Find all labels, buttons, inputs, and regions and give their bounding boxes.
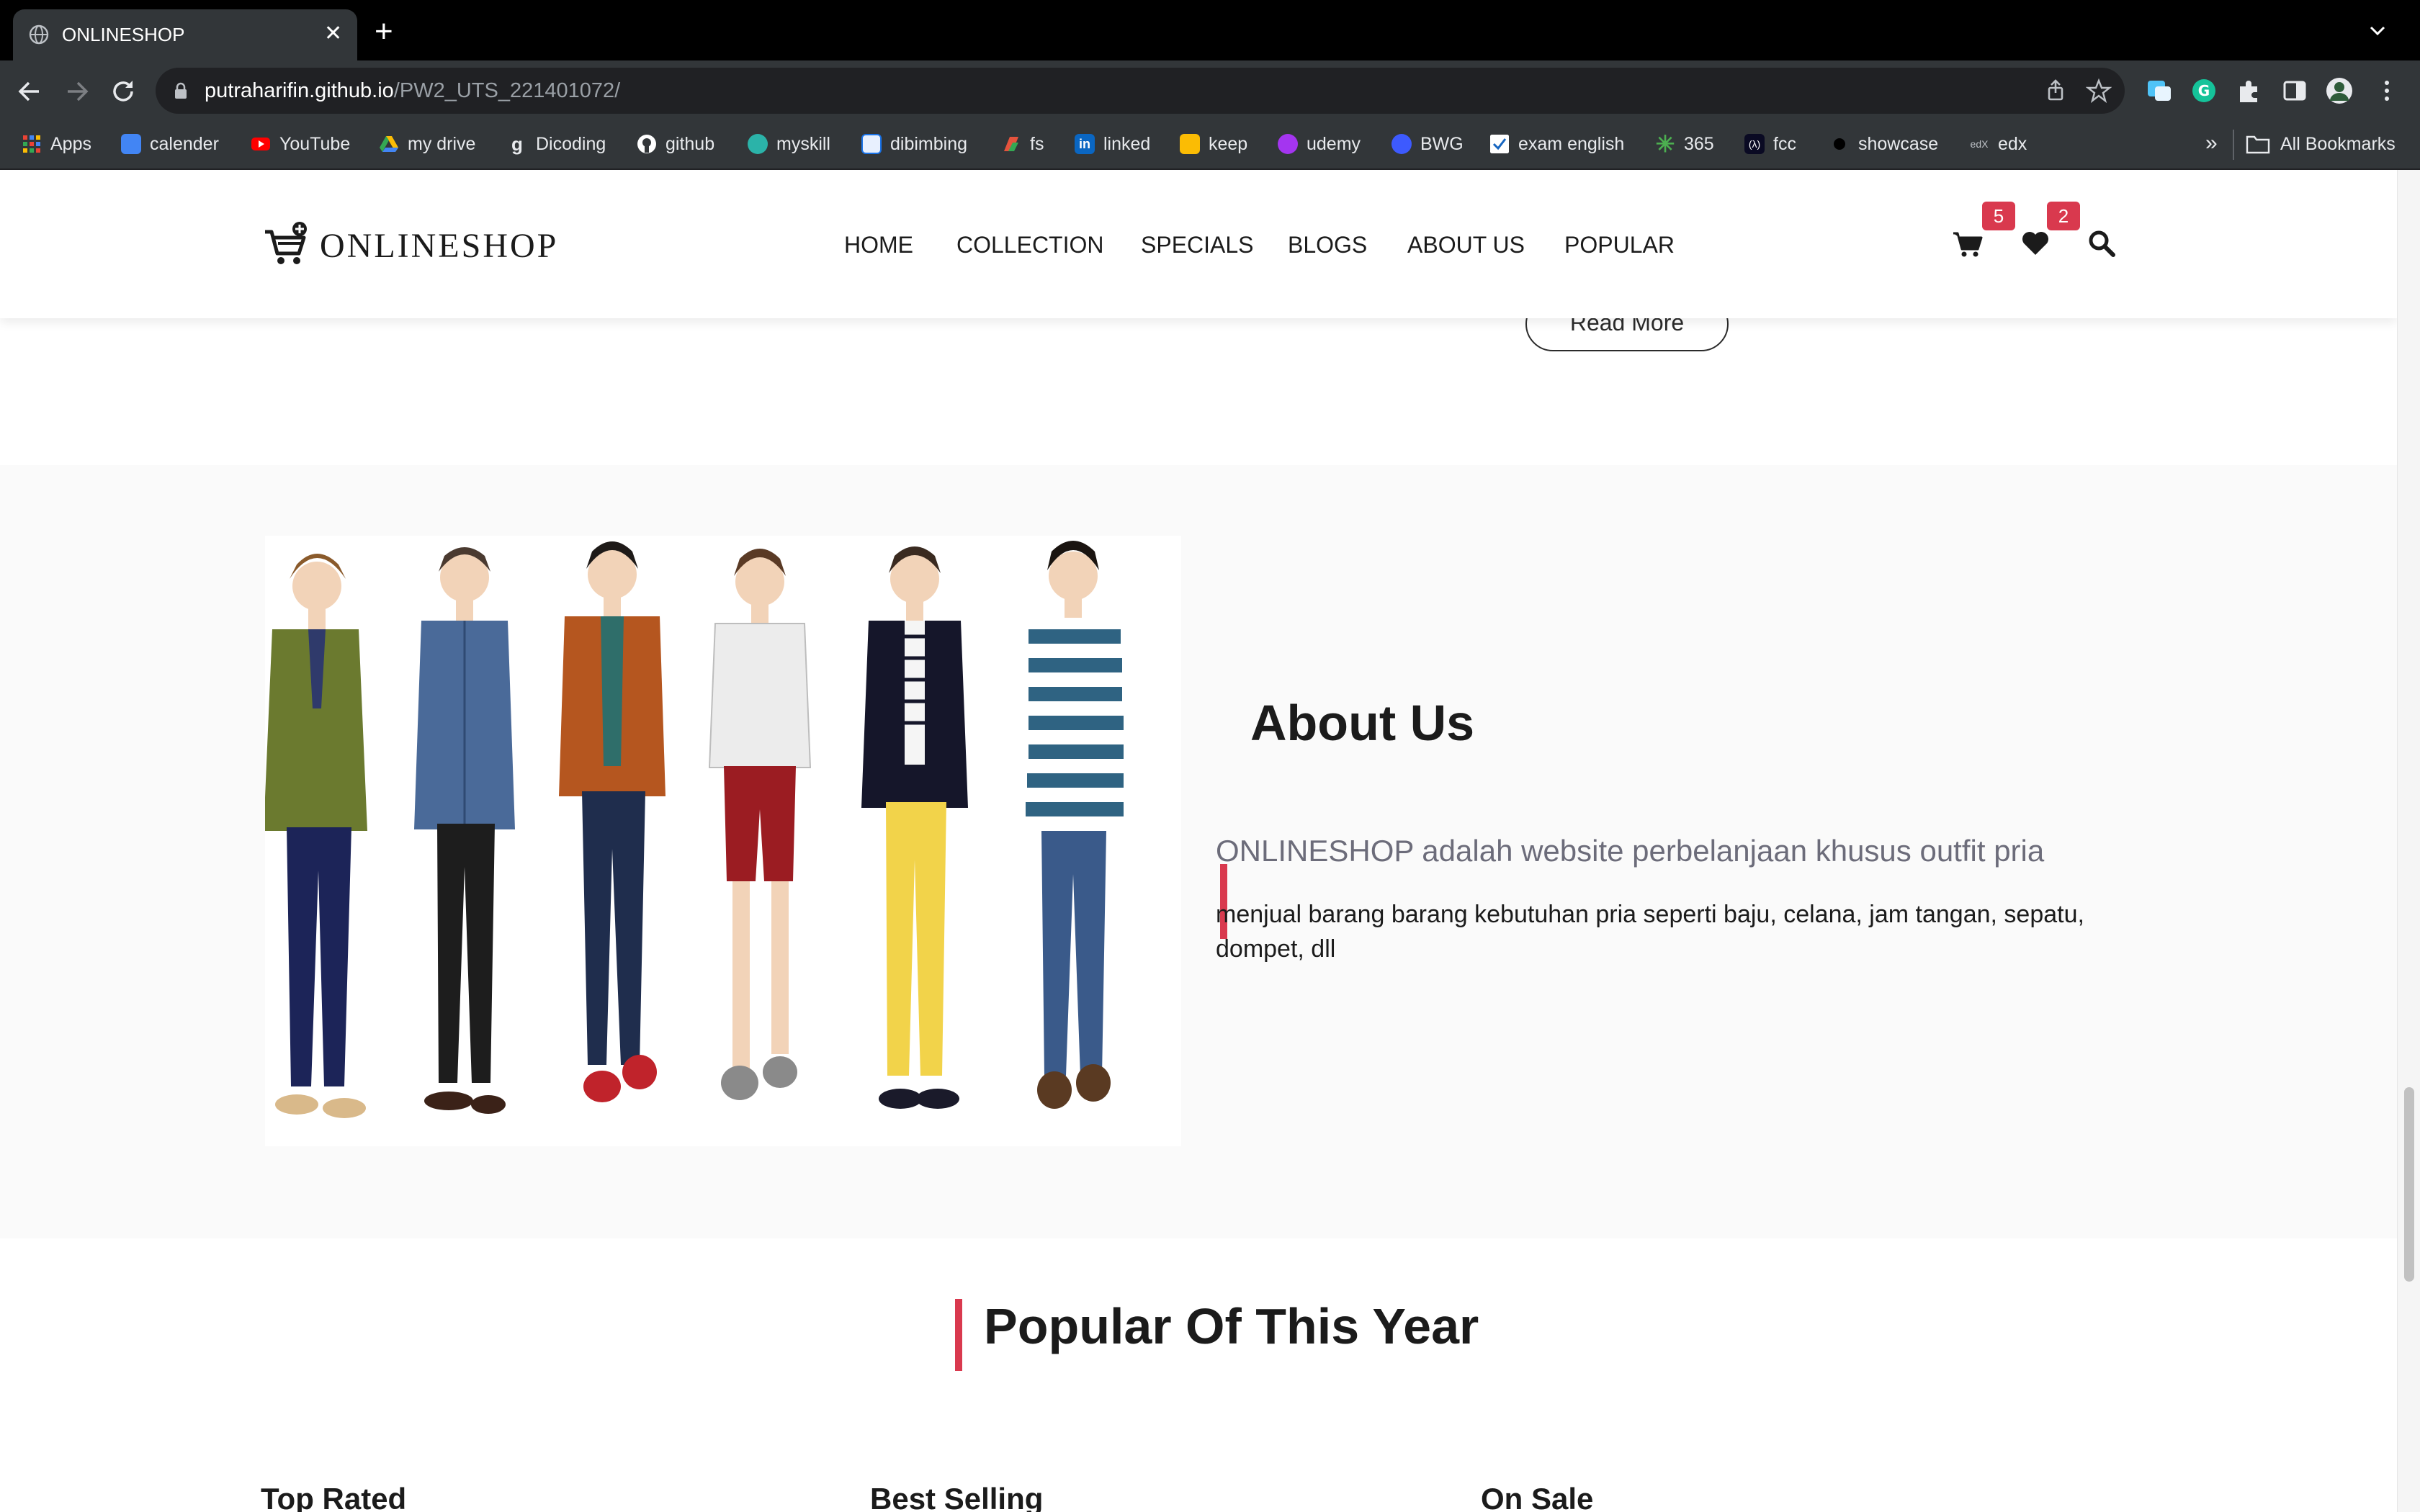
best-selling-heading: Best Selling — [870, 1482, 1044, 1512]
bookmark-my-drive[interactable]: my drive — [379, 130, 475, 158]
bookmark-bwg[interactable]: BWG — [1392, 130, 1464, 158]
bookmark-apps[interactable]: Apps — [22, 130, 91, 158]
bookmark-365[interactable]: ✳ 365 — [1655, 130, 1714, 158]
bookmarks-bar: Apps calender YouTube my drive g Dicodin… — [0, 121, 2420, 170]
nav-specials[interactable]: SPECIALS — [1141, 230, 1254, 259]
back-arrow-icon[interactable] — [14, 76, 45, 107]
google-drive-icon — [380, 136, 398, 152]
bookmark-showcase[interactable]: showcase — [1829, 130, 1938, 158]
nav-about-us[interactable]: ABOUT US — [1407, 230, 1525, 259]
tab-title: ONLINESHOP — [62, 24, 185, 45]
checkmark-icon — [1490, 135, 1509, 153]
share-icon[interactable] — [2043, 78, 2069, 104]
youtube-icon — [251, 138, 270, 150]
calendar-icon — [121, 134, 141, 154]
wishlist-count-badge: 2 — [2047, 202, 2080, 230]
bookmark-keep[interactable]: keep — [1180, 130, 1247, 158]
bookmark-calender[interactable]: calender — [121, 130, 219, 158]
bookmark-dicoding[interactable]: g Dicoding — [507, 130, 606, 158]
svg-text:G: G — [2198, 82, 2210, 99]
site-logo[interactable]: ONLINESHOP — [320, 226, 558, 266]
scrollbar-track[interactable] — [2397, 170, 2420, 1512]
myskill-icon — [748, 134, 768, 154]
chevron-down-icon[interactable] — [2365, 19, 2390, 43]
heart-icon[interactable] — [2020, 228, 2051, 259]
men-fashion-illustration — [265, 536, 1181, 1146]
nav-collection[interactable]: COLLECTION — [956, 230, 1103, 259]
bookmark-fs[interactable]: fs — [1001, 130, 1044, 158]
bookmarks-divider — [2233, 130, 2234, 160]
scrollbar-thumb[interactable] — [2404, 1087, 2414, 1282]
kebab-menu-icon[interactable] — [2372, 76, 2401, 105]
nav-popular[interactable]: POPULAR — [1564, 230, 1675, 259]
bookmark-exam-english[interactable]: exam english — [1489, 130, 1624, 158]
cart-icon[interactable] — [1952, 228, 1984, 259]
nav-blogs[interactable]: BLOGS — [1288, 230, 1367, 259]
reload-icon[interactable] — [108, 76, 138, 107]
popular-title: Popular Of This Year — [984, 1298, 1479, 1354]
more-bookmarks-button[interactable]: » — [2205, 131, 2218, 156]
folder-icon — [2246, 135, 2270, 154]
new-tab-button[interactable]: + — [375, 16, 393, 48]
bookmark-linked[interactable]: in linked — [1075, 130, 1150, 158]
bookmark-fcc[interactable]: (λ) fcc — [1744, 130, 1796, 158]
apps-grid-icon — [23, 135, 40, 153]
bookmark-dibimbing[interactable]: dibimbing — [861, 130, 967, 158]
fs-icon — [1004, 137, 1018, 151]
google-keep-icon — [1180, 134, 1200, 154]
on-sale-heading: On Sale — [1481, 1482, 1594, 1512]
browser-tab-bar: ONLINESHOP ✕ + — [0, 0, 2420, 60]
extensions-puzzle-icon[interactable] — [2234, 76, 2263, 105]
shopping-cart-plus-icon[interactable] — [264, 222, 310, 268]
globe-icon — [29, 24, 49, 45]
top-rated-heading: Top Rated — [261, 1482, 407, 1512]
bookmark-github[interactable]: github — [637, 130, 714, 158]
all-bookmarks-button[interactable]: All Bookmarks — [2246, 130, 2396, 158]
profile-avatar-icon[interactable] — [2325, 76, 2354, 105]
bookmark-youtube[interactable]: YouTube — [251, 130, 350, 158]
popular-title-accent — [955, 1299, 962, 1371]
about-lead-text: ONLINESHOP adalah website perbelanjaan k… — [1216, 834, 2045, 868]
side-panel-icon[interactable] — [2280, 76, 2309, 105]
forward-arrow-icon[interactable] — [62, 76, 92, 107]
close-tab-icon[interactable]: ✕ — [324, 21, 342, 47]
about-title: About Us — [1250, 695, 1475, 751]
address-bar[interactable]: putraharifin.github.io/PW2_UTS_221401072… — [156, 68, 2125, 114]
about-description: menjual barang barang kebutuhan pria sep… — [1216, 901, 2084, 963]
bookmark-udemy[interactable]: udemy — [1278, 130, 1361, 158]
site-header: ONLINESHOP HOME COLLECTION SPECIALS BLOG… — [0, 170, 2397, 318]
browser-toolbar: putraharifin.github.io/PW2_UTS_221401072… — [0, 60, 2420, 121]
showcase-icon — [1829, 134, 1850, 154]
bwg-icon — [1392, 134, 1412, 154]
freecodecamp-icon: (λ) — [1744, 134, 1765, 154]
edx-icon: edX — [1970, 138, 1989, 150]
search-icon[interactable] — [2086, 228, 2118, 259]
bookmark-edx[interactable]: edX edx — [1969, 130, 2027, 158]
dicoding-icon: g — [511, 133, 523, 155]
nav-home[interactable]: HOME — [844, 230, 913, 259]
cart-count-badge: 5 — [1982, 202, 2015, 230]
translate-extension-icon[interactable] — [2145, 76, 2174, 105]
browser-tab[interactable]: ONLINESHOP ✕ — [13, 9, 357, 60]
page-viewport: ONLINESHOP HOME COLLECTION SPECIALS BLOG… — [0, 170, 2397, 1512]
about-section: About Us ONLINESHOP adalah website perbe… — [0, 465, 2397, 1238]
star-icon[interactable] — [2086, 78, 2112, 104]
linkedin-icon: in — [1075, 134, 1095, 154]
dibimbing-icon — [861, 134, 882, 154]
lock-icon[interactable] — [174, 82, 187, 99]
asterisk-365-icon: ✳ — [1655, 131, 1675, 157]
github-icon — [637, 135, 656, 153]
url-text[interactable]: putraharifin.github.io/PW2_UTS_221401072… — [205, 76, 620, 105]
grammarly-icon[interactable]: G — [2190, 76, 2218, 105]
udemy-icon — [1278, 134, 1298, 154]
bookmark-myskill[interactable]: myskill — [748, 130, 830, 158]
